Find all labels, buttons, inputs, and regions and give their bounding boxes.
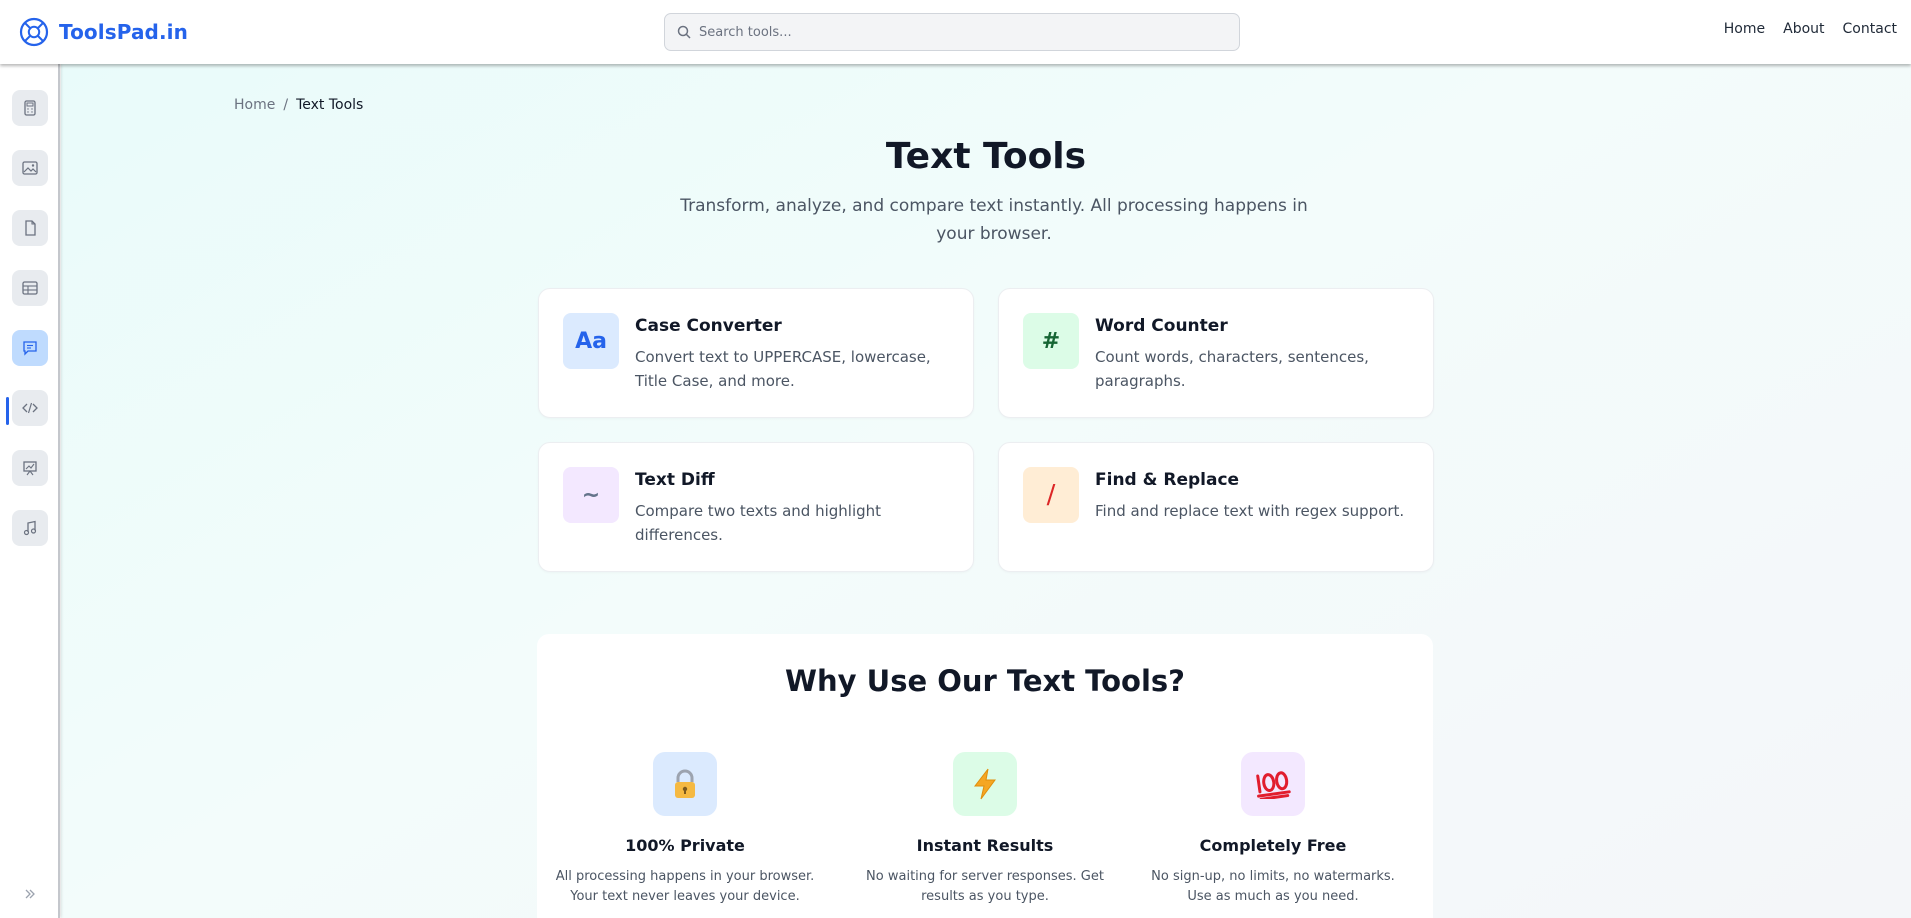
hundred-points-icon: [1241, 752, 1305, 816]
sidebar-item-text[interactable]: [12, 330, 48, 366]
search-box[interactable]: [664, 13, 1240, 51]
breadcrumb: Home / Text Tools: [234, 97, 363, 113]
feature-description: All processing happens in your browser. …: [555, 869, 815, 904]
top-nav: Home About Contact: [1724, 21, 1897, 37]
tilde-icon: ~: [563, 467, 619, 523]
image-icon: [22, 161, 38, 175]
document-icon: [25, 220, 36, 236]
logo-icon: [19, 17, 49, 47]
tool-card-find-replace[interactable]: / Find & Replace Find and replace text w…: [998, 442, 1434, 572]
feature-private: 100% Private All processing happens in y…: [540, 752, 830, 907]
sidebar-item-music[interactable]: [12, 510, 48, 546]
page-title: Text Tools: [885, 136, 1087, 177]
breadcrumb-current: Text Tools: [296, 97, 364, 113]
tool-card-description: Count words, characters, sentences, para…: [1095, 348, 1369, 390]
sidebar-item-table[interactable]: [12, 270, 48, 306]
sidebar: [0, 64, 60, 918]
sidebar-item-chart[interactable]: [12, 450, 48, 486]
tool-card-description: Compare two texts and highlight differen…: [635, 502, 882, 544]
logo-text: ToolsPad.in: [59, 20, 188, 44]
chart-board-icon: [23, 461, 37, 476]
tool-card-title: Find & Replace: [1095, 470, 1240, 490]
feature-title: 100% Private: [625, 836, 745, 855]
sidebar-item-calculator[interactable]: [12, 90, 48, 126]
tool-card-title: Case Converter: [635, 316, 782, 336]
breadcrumb-home[interactable]: Home: [234, 97, 275, 113]
tool-card-title: Word Counter: [1095, 316, 1228, 336]
music-note-icon: [23, 520, 37, 536]
why-title: Why Use Our Text Tools?: [785, 664, 1185, 698]
sidebar-item-code[interactable]: [12, 390, 48, 426]
tool-card-description: Convert text to UPPERCASE, lowercase, Ti…: [635, 348, 931, 390]
tool-card-case-converter[interactable]: Aa Case Converter Convert text to UPPERC…: [538, 288, 974, 418]
slash-icon: /: [1023, 467, 1079, 523]
code-icon: [22, 402, 38, 414]
feature-description: No waiting for server responses. Get res…: [866, 869, 1104, 904]
page-subtitle: Transform, analyze, and compare text ins…: [680, 196, 1308, 244]
main-content: Home / Text Tools Text Tools Transform, …: [61, 64, 1911, 918]
tool-card-title: Text Diff: [635, 470, 715, 490]
feature-description: No sign-up, no limits, no watermarks. Us…: [1151, 869, 1395, 904]
tool-card-word-counter[interactable]: # Word Counter Count words, characters, …: [998, 288, 1434, 418]
case-converter-icon: Aa: [563, 313, 619, 369]
feature-instant: Instant Results No waiting for server re…: [840, 752, 1130, 907]
sidebar-expand-button[interactable]: [20, 884, 40, 904]
search-icon: [677, 25, 691, 39]
search-input[interactable]: [699, 24, 1219, 40]
feature-free: Completely Free No sign-up, no limits, n…: [1128, 752, 1418, 907]
nav-contact[interactable]: Contact: [1843, 21, 1897, 37]
lightning-icon: [953, 752, 1017, 816]
top-header: ToolsPad.in Home About Contact: [0, 0, 1911, 64]
logo[interactable]: ToolsPad.in: [19, 16, 188, 48]
hash-icon: #: [1023, 313, 1079, 369]
table-icon: [22, 281, 38, 295]
tool-card-description: Find and replace text with regex support…: [1095, 502, 1405, 520]
breadcrumb-separator: /: [283, 97, 289, 113]
lock-icon: [653, 752, 717, 816]
feature-title: Completely Free: [1199, 836, 1347, 855]
nav-home[interactable]: Home: [1724, 21, 1765, 37]
why-section: Why Use Our Text Tools? 100% Private All…: [537, 634, 1433, 918]
sidebar-item-document[interactable]: [12, 210, 48, 246]
sidebar-item-image[interactable]: [12, 150, 48, 186]
sidebar-active-indicator: [6, 397, 9, 425]
double-chevron-right-icon: [25, 889, 35, 899]
chat-text-icon: [23, 341, 37, 356]
feature-title: Instant Results: [916, 836, 1054, 855]
nav-about[interactable]: About: [1783, 21, 1824, 37]
calculator-icon: [24, 100, 36, 116]
tool-card-text-diff[interactable]: ~ Text Diff Compare two texts and highli…: [538, 442, 974, 572]
